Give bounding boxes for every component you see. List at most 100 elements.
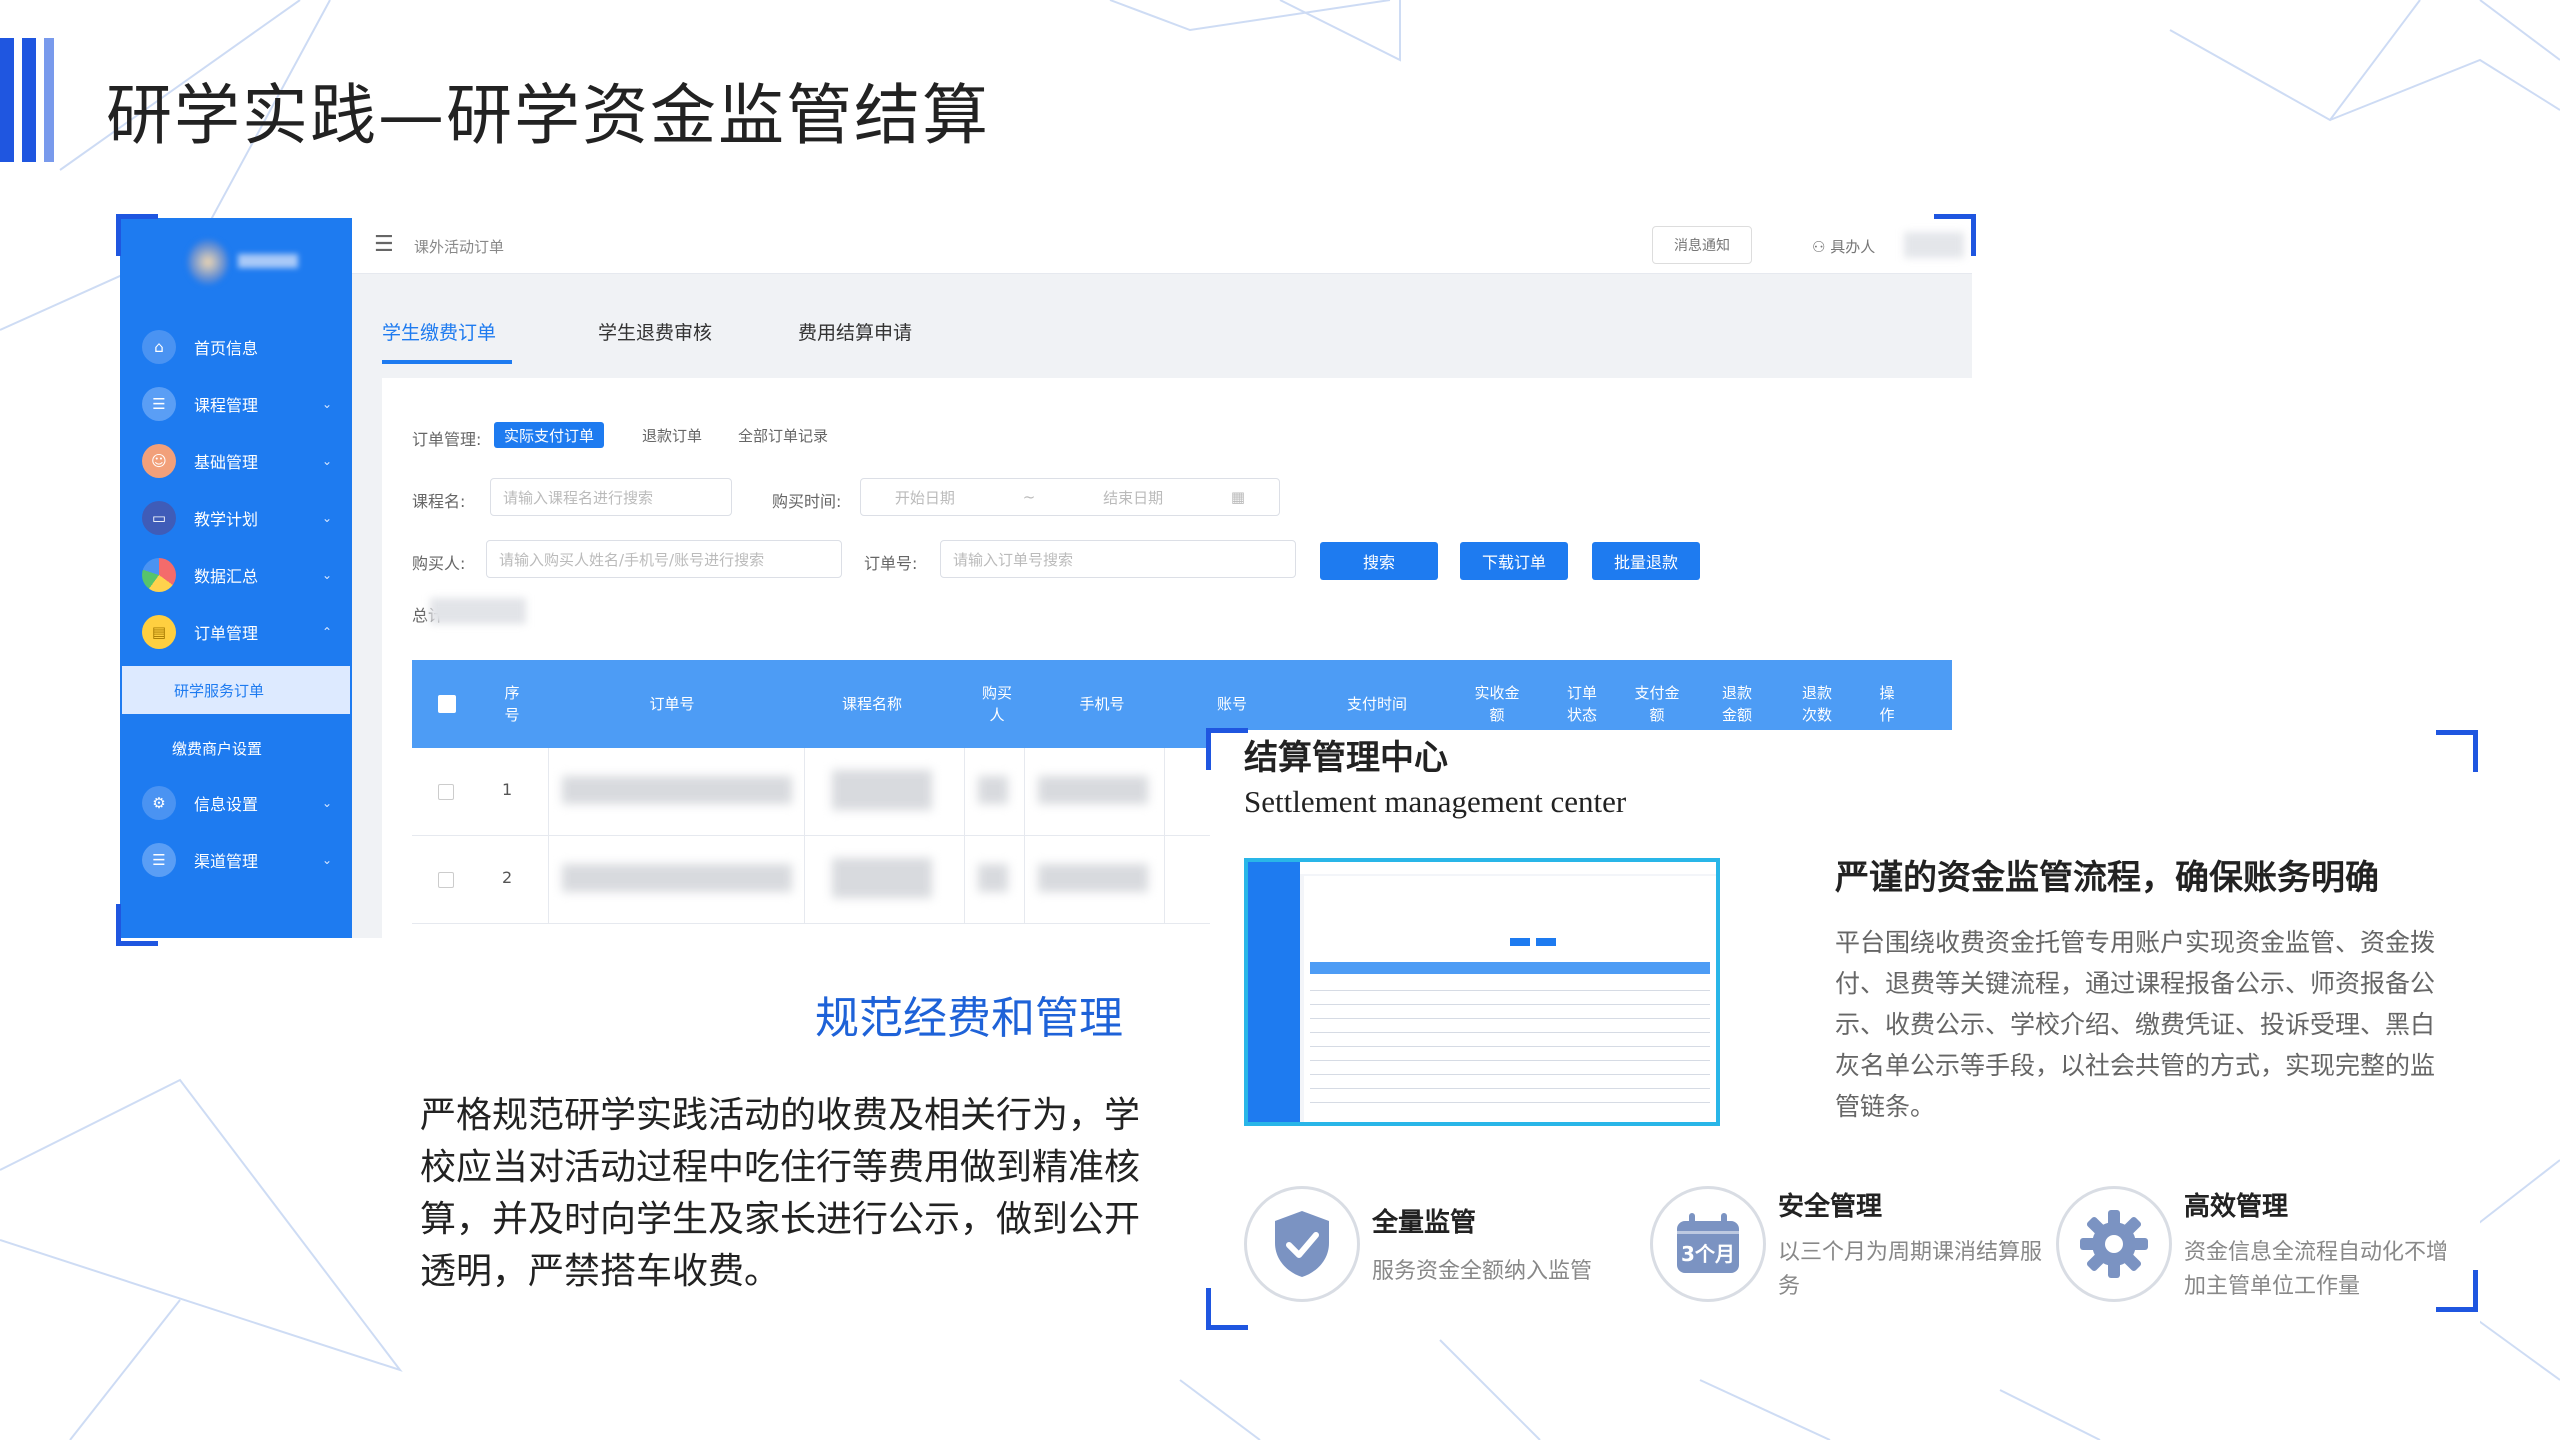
batch-refund-button[interactable]: 批量退款 [1592,542,1700,580]
redacted-cell [832,858,932,898]
pie-icon [142,558,176,592]
row-index: 2 [502,868,513,887]
sidebar-item-label: 信息设置 [194,795,259,814]
menu-toggle-icon[interactable]: ☰ [374,232,394,257]
row-checkbox[interactable] [438,784,454,800]
section-subheading: 规范经费和管理 [815,993,1123,1044]
tab-bar: 学生缴费订单 学生退费审核 费用结算申请 [352,274,1972,368]
feature-desc: 服务资金全额纳入监管 [1372,1259,1593,1284]
filter-all-orders[interactable]: 全部订单记录 [728,422,838,448]
sidebar-subitem-service-orders[interactable]: 研学服务订单 [122,666,350,714]
frame-corner [2436,1270,2478,1312]
column-header: 购买 人 [981,684,1012,724]
sidebar-subitem-label: 研学服务订单 [174,681,265,700]
settlement-screenshot-thumbnail [1244,858,1720,1126]
column-header: 订单号 [649,695,695,713]
feature-full-supervision [1244,1186,1360,1302]
sidebar-item-base[interactable]: ☺ 基础管理 ⌄ [120,441,352,481]
shield-check-icon [1275,1211,1329,1277]
redacted-cell [562,864,792,892]
tab-settlement-apply[interactable]: 费用结算申请 [798,318,912,345]
purchase-time-label: 购买时间: [772,492,842,511]
feature-efficiency [2056,1186,2172,1302]
chevron-down-icon: ⌄ [321,853,332,867]
gear-icon: ⚙ [142,786,176,820]
sidebar-item-label: 订单管理 [194,624,259,643]
date-range-picker[interactable]: 开始日期 ~ 结束日期 ▦ [860,478,1280,516]
row-checkbox[interactable] [438,872,454,888]
settlement-title: 结算管理中心 [1244,738,1448,778]
order-mgmt-label: 订单管理: [412,430,482,449]
settlement-heading: 严谨的资金监管流程，确保账务明确 [1835,858,2379,898]
sidebar-item-data[interactable]: 数据汇总 ⌄ [120,555,352,595]
sidebar-item-channel[interactable]: ☰ 渠道管理 ⌄ [120,840,352,880]
gear-icon [2080,1210,2148,1278]
feature-title: 全量监管 [1372,1208,1477,1238]
feature-security: 3个月 [1650,1186,1766,1302]
calendar-badge-text: 3个月 [1681,1242,1735,1266]
user-label: 具办人 [1830,238,1876,256]
sidebar-item-orders[interactable]: ▤ 订单管理 ⌃ [120,612,352,652]
topbar: ☰ 课外活动订单 消息通知 ⚇ 具办人 [352,218,1972,274]
order-no-label: 订单号: [864,554,918,573]
user-icon: ⚇ [1812,238,1831,256]
buyer-search-input[interactable]: 请输入购买人姓名/手机号/账号进行搜索 [486,540,842,578]
select-all-checkbox[interactable] [438,695,456,713]
sidebar: ⌂ 首页信息 ☰ 课程管理 ⌄ ☺ 基础管理 ⌄ ▭ 教学计划 ⌄ 数据汇总 ⌄… [120,218,352,938]
sidebar-subitem-merchant[interactable]: 缴费商户设置 [120,724,352,772]
sidebar-item-label: 渠道管理 [194,852,259,871]
redacted-cell [978,864,1008,892]
course-search-input[interactable]: 请输入课程名进行搜索 [490,478,732,516]
sidebar-item-label: 数据汇总 [194,567,259,586]
breadcrumb: 课外活动订单 [414,238,505,256]
redacted-cell [978,776,1008,804]
channel-icon: ☰ [142,843,176,877]
sidebar-item-label: 教学计划 [194,510,259,529]
frame-corner [1934,214,1976,256]
course-label: 课程名: [412,492,466,511]
sidebar-item-info-settings[interactable]: ⚙ 信息设置 ⌄ [120,783,352,823]
chevron-down-icon: ⌄ [321,568,332,582]
clipboard-icon: ▤ [142,615,176,649]
column-header: 序 号 [504,684,520,724]
frame-corner [1206,728,1248,770]
monitor-icon: ▭ [142,501,176,535]
tab-student-payment[interactable]: 学生缴费订单 [382,318,496,345]
sidebar-item-label: 课程管理 [194,396,259,415]
row-index: 1 [502,780,513,799]
notice-button[interactable]: 消息通知 [1652,226,1752,264]
frame-corner [1206,1288,1248,1330]
frame-corner [116,904,158,946]
chevron-up-icon: ⌃ [321,625,332,639]
settlement-paragraph: 平台围绕收费资金托管专用账户实现资金监管、资金拨付、退费等关键流程，通过课程报备… [1835,928,2436,1121]
order-no-input[interactable]: 请输入订单号搜索 [940,540,1296,578]
column-header: 课程名称 [841,695,902,713]
calendar-icon: 3个月 [1677,1213,1739,1273]
base-icon: ☺ [142,444,176,478]
filter-refund-orders[interactable]: 退款订单 [632,422,712,448]
sidebar-item-plan[interactable]: ▭ 教学计划 ⌄ [120,498,352,538]
sidebar-item-course[interactable]: ☰ 课程管理 ⌄ [120,384,352,424]
feature-desc: 以三个月为周期课消结算服务 [1778,1240,2043,1299]
frame-corner [2436,730,2478,772]
frame-corner [116,214,158,256]
chevron-down-icon: ⌄ [321,397,332,411]
title-accent-bars [0,38,60,162]
user-menu[interactable]: ⚇ 具办人 [1812,236,1875,257]
calendar-icon: ▦ [1230,488,1246,506]
start-date: 开始日期 [894,488,955,507]
feature-title: 高效管理 [2184,1192,2289,1222]
sidebar-item-home[interactable]: ⌂ 首页信息 [120,327,352,367]
tab-refund-review[interactable]: 学生退费审核 [598,318,712,345]
range-separator: ~ [1022,488,1036,506]
course-icon: ☰ [142,387,176,421]
page-title: 研学实践—研学资金监管结算 [106,77,990,154]
tab-active-indicator [382,360,512,364]
logo [188,240,308,290]
search-button[interactable]: 搜索 [1320,542,1438,580]
total-value-redacted [430,598,526,624]
redacted-cell [1038,864,1148,892]
download-orders-button[interactable]: 下载订单 [1460,542,1568,580]
filter-actual-paid[interactable]: 实际支付订单 [494,422,605,448]
sidebar-item-label: 基础管理 [194,453,259,472]
